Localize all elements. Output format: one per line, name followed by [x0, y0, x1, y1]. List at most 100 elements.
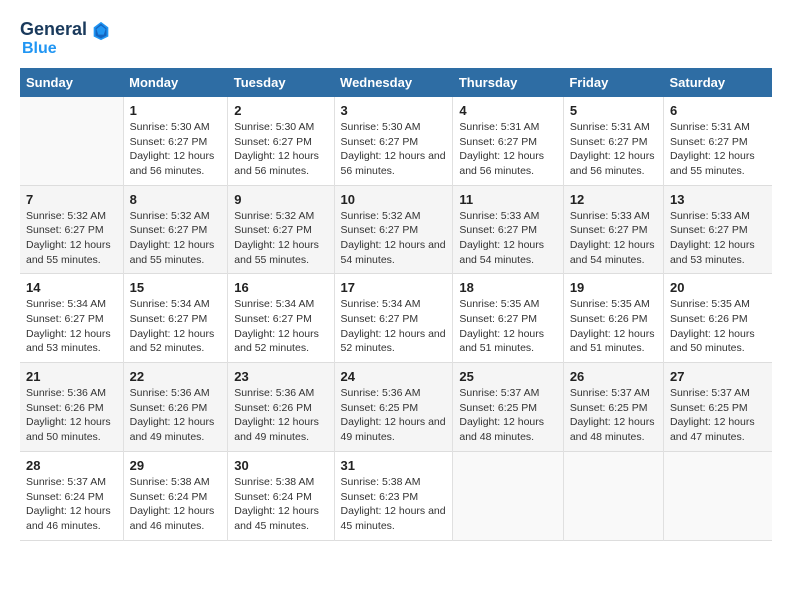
day-sun-info: Sunrise: 5:36 AMSunset: 6:26 PMDaylight:… [234, 386, 327, 445]
day-number: 2 [234, 103, 327, 118]
logo-text: General Blue [20, 20, 110, 58]
day-number: 12 [570, 192, 657, 207]
calendar-table: SundayMondayTuesdayWednesdayThursdayFrid… [20, 68, 772, 541]
weekday-header-tuesday: Tuesday [228, 68, 334, 97]
day-number: 13 [670, 192, 766, 207]
weekday-header-friday: Friday [563, 68, 663, 97]
calendar-cell: 14 Sunrise: 5:34 AMSunset: 6:27 PMDayligh… [20, 274, 123, 363]
day-number: 4 [459, 103, 556, 118]
calendar-cell: 27 Sunrise: 5:37 AMSunset: 6:25 PMDayligh… [663, 363, 772, 452]
day-sun-info: Sunrise: 5:35 AMSunset: 6:26 PMDaylight:… [570, 297, 657, 356]
day-sun-info: Sunrise: 5:34 AMSunset: 6:27 PMDaylight:… [341, 297, 447, 356]
day-sun-info: Sunrise: 5:38 AMSunset: 6:23 PMDaylight:… [341, 475, 447, 534]
day-sun-info: Sunrise: 5:36 AMSunset: 6:25 PMDaylight:… [341, 386, 447, 445]
calendar-week-row: 7Sunrise: 5:32 AMSunset: 6:27 PMDaylight… [20, 185, 772, 274]
day-sun-info: Sunrise: 5:36 AMSunset: 6:26 PMDaylight:… [130, 386, 222, 445]
calendar-cell: 16 Sunrise: 5:34 AMSunset: 6:27 PMDayligh… [228, 274, 334, 363]
day-sun-info: Sunrise: 5:33 AMSunset: 6:27 PMDaylight:… [670, 209, 766, 268]
calendar-cell: 12 Sunrise: 5:33 AMSunset: 6:27 PMDayligh… [563, 185, 663, 274]
day-sun-info: Sunrise: 5:31 AMSunset: 6:27 PMDaylight:… [570, 120, 657, 179]
weekday-header-wednesday: Wednesday [334, 68, 453, 97]
weekday-header-sunday: Sunday [20, 68, 123, 97]
day-number: 15 [130, 280, 222, 295]
day-sun-info: Sunrise: 5:34 AMSunset: 6:27 PMDaylight:… [130, 297, 222, 356]
day-number: 29 [130, 458, 222, 473]
calendar-cell: 1 Sunrise: 5:30 AMSunset: 6:27 PMDaylight… [123, 97, 228, 185]
weekday-header-thursday: Thursday [453, 68, 563, 97]
day-number: 30 [234, 458, 327, 473]
day-sun-info: Sunrise: 5:35 AMSunset: 6:26 PMDaylight:… [670, 297, 766, 356]
calendar-cell: 6 Sunrise: 5:31 AMSunset: 6:27 PMDaylight… [663, 97, 772, 185]
calendar-cell: 23 Sunrise: 5:36 AMSunset: 6:26 PMDayligh… [228, 363, 334, 452]
weekday-header-saturday: Saturday [663, 68, 772, 97]
calendar-week-row: 1 Sunrise: 5:30 AMSunset: 6:27 PMDaylight… [20, 97, 772, 185]
day-sun-info: Sunrise: 5:30 AMSunset: 6:27 PMDaylight:… [130, 120, 222, 179]
page-header: General Blue [20, 20, 772, 58]
day-sun-info: Sunrise: 5:37 AMSunset: 6:25 PMDaylight:… [459, 386, 556, 445]
day-sun-info: Sunrise: 5:32 AMSunset: 6:27 PMDaylight:… [26, 209, 117, 268]
day-number: 26 [570, 369, 657, 384]
day-sun-info: Sunrise: 5:37 AMSunset: 6:25 PMDaylight:… [570, 386, 657, 445]
day-sun-info: Sunrise: 5:31 AMSunset: 6:27 PMDaylight:… [670, 120, 766, 179]
calendar-cell: 5 Sunrise: 5:31 AMSunset: 6:27 PMDaylight… [563, 97, 663, 185]
day-number: 28 [26, 458, 117, 473]
calendar-cell: 4Sunrise: 5:31 AMSunset: 6:27 PMDaylight… [453, 97, 563, 185]
day-sun-info: Sunrise: 5:37 AMSunset: 6:25 PMDaylight:… [670, 386, 766, 445]
day-sun-info: Sunrise: 5:33 AMSunset: 6:27 PMDaylight:… [459, 209, 556, 268]
logo: General Blue [20, 20, 110, 58]
day-number: 9 [234, 192, 327, 207]
day-sun-info: Sunrise: 5:38 AMSunset: 6:24 PMDaylight:… [130, 475, 222, 534]
day-number: 11 [459, 192, 556, 207]
calendar-cell: 2 Sunrise: 5:30 AMSunset: 6:27 PMDaylight… [228, 97, 334, 185]
calendar-cell: 20 Sunrise: 5:35 AMSunset: 6:26 PMDayligh… [663, 274, 772, 363]
day-number: 6 [670, 103, 766, 118]
day-number: 25 [459, 369, 556, 384]
day-sun-info: Sunrise: 5:34 AMSunset: 6:27 PMDaylight:… [26, 297, 117, 356]
day-sun-info: Sunrise: 5:37 AMSunset: 6:24 PMDaylight:… [26, 475, 117, 534]
calendar-cell: 3 Sunrise: 5:30 AMSunset: 6:27 PMDaylight… [334, 97, 453, 185]
day-number: 5 [570, 103, 657, 118]
day-sun-info: Sunrise: 5:32 AMSunset: 6:27 PMDaylight:… [130, 209, 222, 268]
calendar-cell [20, 97, 123, 185]
day-number: 14 [26, 280, 117, 295]
calendar-cell: 7Sunrise: 5:32 AMSunset: 6:27 PMDaylight… [20, 185, 123, 274]
calendar-cell: 24 Sunrise: 5:36 AMSunset: 6:25 PMDayligh… [334, 363, 453, 452]
calendar-cell: 21 Sunrise: 5:36 AMSunset: 6:26 PMDayligh… [20, 363, 123, 452]
calendar-cell: 19Sunrise: 5:35 AMSunset: 6:26 PMDayligh… [563, 274, 663, 363]
calendar-cell [563, 451, 663, 540]
calendar-cell: 15 Sunrise: 5:34 AMSunset: 6:27 PMDayligh… [123, 274, 228, 363]
day-number: 3 [341, 103, 447, 118]
day-number: 18 [459, 280, 556, 295]
weekday-header-monday: Monday [123, 68, 228, 97]
day-sun-info: Sunrise: 5:30 AMSunset: 6:27 PMDaylight:… [234, 120, 327, 179]
calendar-cell: 22Sunrise: 5:36 AMSunset: 6:26 PMDayligh… [123, 363, 228, 452]
calendar-cell [453, 451, 563, 540]
day-number: 24 [341, 369, 447, 384]
day-sun-info: Sunrise: 5:36 AMSunset: 6:26 PMDaylight:… [26, 386, 117, 445]
day-number: 8 [130, 192, 222, 207]
day-number: 27 [670, 369, 766, 384]
day-number: 16 [234, 280, 327, 295]
calendar-cell [663, 451, 772, 540]
calendar-cell: 10Sunrise: 5:32 AMSunset: 6:27 PMDayligh… [334, 185, 453, 274]
day-sun-info: Sunrise: 5:35 AMSunset: 6:27 PMDaylight:… [459, 297, 556, 356]
calendar-cell: 28 Sunrise: 5:37 AMSunset: 6:24 PMDayligh… [20, 451, 123, 540]
calendar-cell: 29 Sunrise: 5:38 AMSunset: 6:24 PMDayligh… [123, 451, 228, 540]
day-number: 23 [234, 369, 327, 384]
day-sun-info: Sunrise: 5:32 AMSunset: 6:27 PMDaylight:… [341, 209, 447, 268]
calendar-week-row: 21 Sunrise: 5:36 AMSunset: 6:26 PMDayligh… [20, 363, 772, 452]
day-sun-info: Sunrise: 5:32 AMSunset: 6:27 PMDaylight:… [234, 209, 327, 268]
day-number: 21 [26, 369, 117, 384]
day-sun-info: Sunrise: 5:34 AMSunset: 6:27 PMDaylight:… [234, 297, 327, 356]
calendar-cell: 8 Sunrise: 5:32 AMSunset: 6:27 PMDaylight… [123, 185, 228, 274]
day-number: 1 [130, 103, 222, 118]
day-sun-info: Sunrise: 5:38 AMSunset: 6:24 PMDaylight:… [234, 475, 327, 534]
calendar-week-row: 14 Sunrise: 5:34 AMSunset: 6:27 PMDayligh… [20, 274, 772, 363]
day-number: 20 [670, 280, 766, 295]
calendar-cell: 9 Sunrise: 5:32 AMSunset: 6:27 PMDaylight… [228, 185, 334, 274]
calendar-cell: 30 Sunrise: 5:38 AMSunset: 6:24 PMDayligh… [228, 451, 334, 540]
day-sun-info: Sunrise: 5:30 AMSunset: 6:27 PMDaylight:… [341, 120, 447, 179]
day-number: 31 [341, 458, 447, 473]
day-sun-info: Sunrise: 5:33 AMSunset: 6:27 PMDaylight:… [570, 209, 657, 268]
calendar-cell: 11 Sunrise: 5:33 AMSunset: 6:27 PMDayligh… [453, 185, 563, 274]
